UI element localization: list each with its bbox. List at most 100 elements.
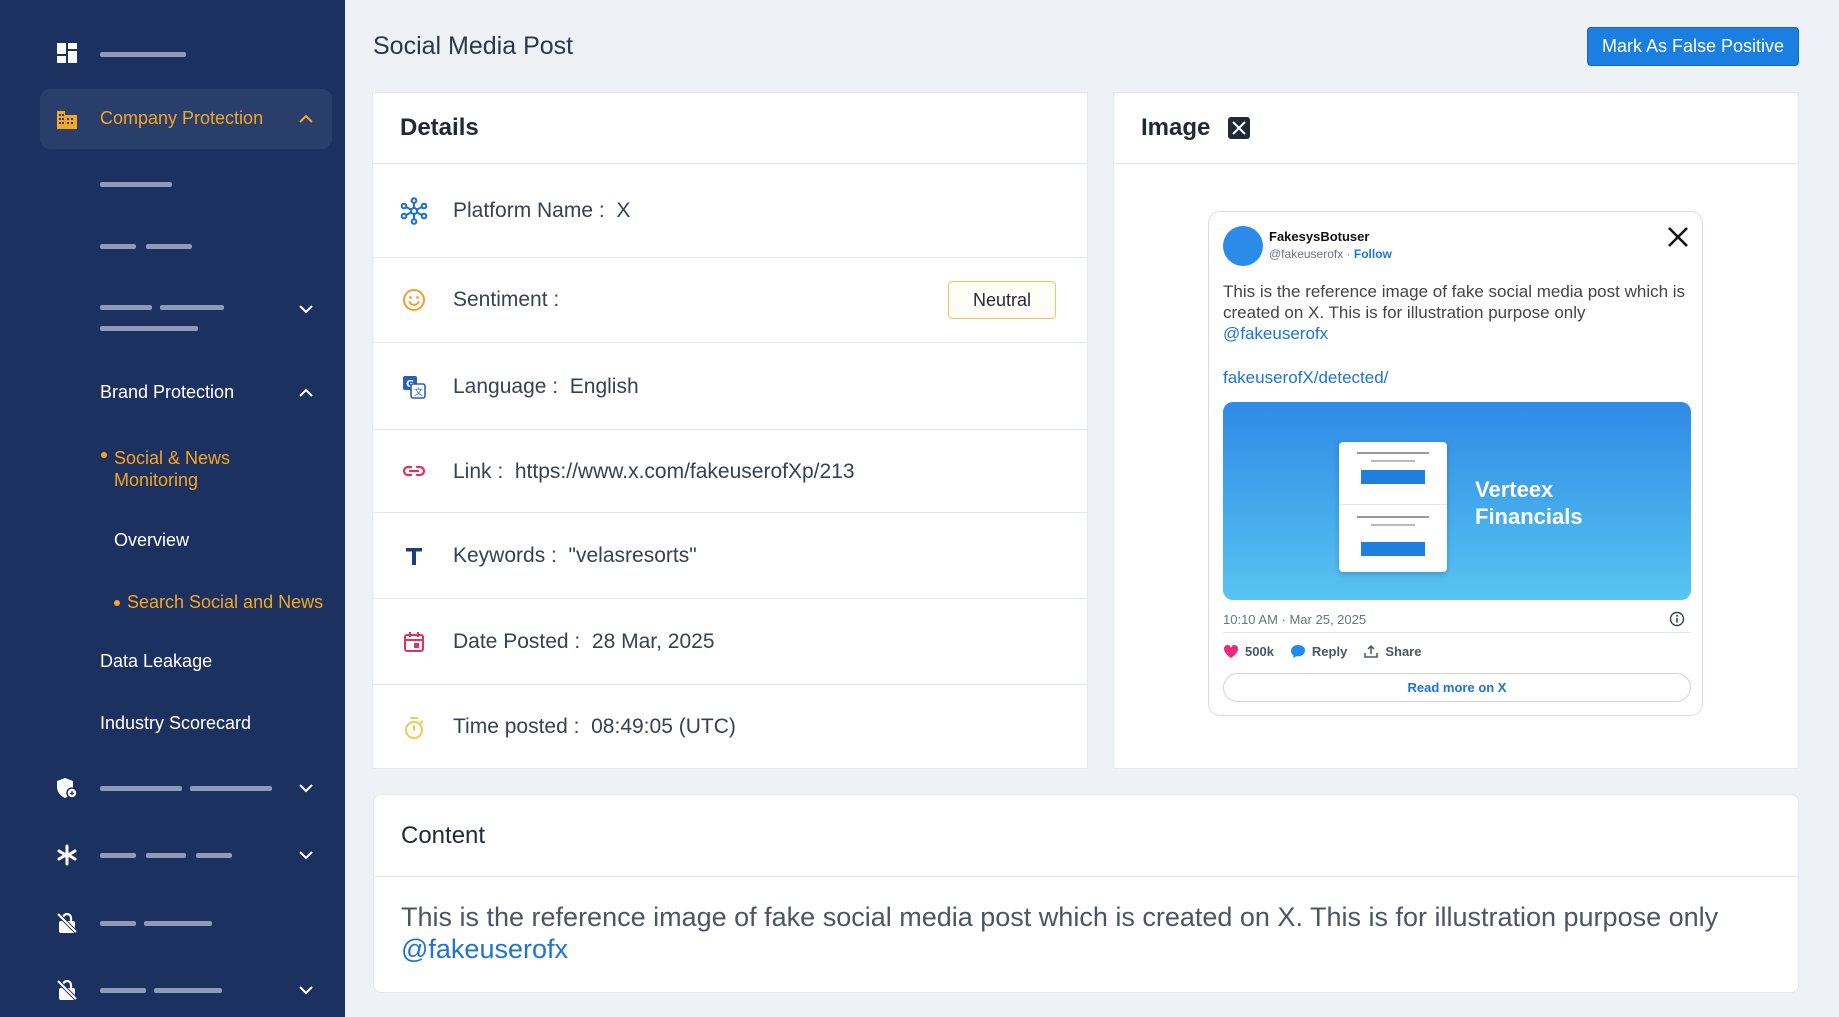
share-icon [1364,644,1379,658]
tweet-user-name[interactable]: FakesysBotuser [1269,229,1369,244]
bullet-dot [114,600,120,606]
mark-false-positive-button[interactable]: Mark As False Positive [1587,27,1799,66]
smiley-icon [399,285,429,315]
keywords-label: Keywords : "velasresorts" [453,544,697,568]
link-label: Link : https://www.x.com/fakeuserofXp/21… [453,460,855,484]
redacted-label[interactable] [160,305,224,310]
sidebar-item-data-leakage[interactable]: Data Leakage [100,651,212,672]
reply-icon [1290,644,1305,658]
redacted-label[interactable] [100,988,146,993]
like-button[interactable]: 500k [1223,644,1274,659]
platform-label-text: Platform Name : [453,199,605,222]
time-label-text: Time posted : [453,715,580,738]
detail-row-language: G文 Language : English [373,343,1087,430]
sidebar-item-brand-protection[interactable]: Brand Protection [100,382,234,403]
chevron-down-icon[interactable] [295,979,317,1001]
sentiment-label: Sentiment : [453,288,560,311]
tweet-mention[interactable]: @fakeuserofx [1223,324,1328,343]
tweet-embed[interactable]: FakesysBotuser @fakeuserofx · Follow Thi… [1208,211,1703,716]
redacted-label[interactable] [146,244,192,249]
redacted-label[interactable] [190,786,272,791]
redacted-label[interactable] [100,182,172,187]
brand-line-1: Verteex [1475,477,1554,502]
share-button[interactable]: Share [1363,644,1421,659]
tweet-media-image[interactable]: Verteex Financials [1223,402,1691,600]
redacted-label[interactable] [144,921,212,926]
date-label-text: Date Posted : [453,630,581,653]
svg-text:文: 文 [414,386,423,398]
tweet-text-body: This is the reference image of fake soci… [1223,282,1686,322]
content-text: This is the reference image of fake soci… [401,901,1781,965]
redacted-label[interactable] [100,786,182,791]
translate-icon: G文 [399,372,429,402]
sidebar-item-dashboard[interactable] [0,40,345,66]
time-value: 08:49:05 (UTC) [591,715,736,738]
tweet-handle-row: @fakeuserofx · Follow [1269,247,1392,261]
avatar[interactable] [1223,226,1263,266]
link-icon [399,456,429,486]
language-label: Language : English [453,375,639,399]
sidebar-item-overview[interactable]: Overview [114,530,189,551]
detail-row-sentiment: Sentiment : Neutral [373,258,1087,343]
sidebar-item-industry-scorecard[interactable]: Industry Scorecard [100,713,251,734]
link-value[interactable]: https://www.x.com/fakeuserofXp/213 [515,460,855,483]
details-title: Details [373,93,1087,164]
sidebar-label-company-protection: Company Protection [100,108,264,128]
platform-value: X [616,199,631,222]
content-mention[interactable]: @fakeuserofx [401,934,568,964]
brand-name: Verteex Financials [1475,476,1583,530]
like-count: 500k [1245,643,1274,659]
chevron-down-icon[interactable] [295,298,317,320]
sidebar-item-social-news-monitoring[interactable]: Social & News Monitoring [114,447,264,491]
lock-off-icon [54,977,80,1003]
building-icon [54,106,80,132]
date-value: 28 Mar, 2025 [591,630,715,653]
sidebar-item-search-social-news[interactable]: Search Social and News [127,592,323,613]
detail-row-time: Time posted : 08:49:05 (UTC) [373,685,1087,770]
x-logo-icon[interactable] [1667,226,1691,250]
tweet-text: This is the reference image of fake soci… [1223,281,1693,344]
language-label-text: Language : [453,375,559,398]
language-value: English [569,375,639,398]
platform-label: Platform Name : X [453,199,630,223]
redacted-label[interactable] [100,853,136,858]
detail-row-keywords: Keywords : "velasresorts" [373,513,1087,599]
redacted-label[interactable] [100,921,136,926]
lock-off-icon [54,910,80,936]
redacted-label[interactable] [100,326,198,331]
detail-row-platform: Platform Name : X [373,164,1087,258]
detail-row-date: Date Posted : 28 Mar, 2025 [373,599,1087,685]
image-title: Image [1114,93,1798,164]
calendar-icon [399,627,429,657]
read-more-button[interactable]: Read more on X [1223,673,1691,702]
info-icon[interactable] [1669,611,1685,627]
redacted-label [100,52,186,57]
tweet-timestamp[interactable]: 10:10 AM · Mar 25, 2025 [1223,612,1366,627]
tweet-link[interactable]: fakeuserofX/detected/ [1223,368,1388,388]
bullet-dot [101,452,107,458]
heart-icon [1223,644,1239,658]
x-logo-icon [1228,117,1251,139]
chevron-down-icon[interactable] [295,777,317,799]
chevron-up-icon[interactable] [295,108,317,130]
follow-link[interactable]: Follow [1354,247,1392,261]
redacted-label[interactable] [100,244,136,249]
redacted-label[interactable] [196,853,232,858]
network-icon [399,196,429,226]
chevron-up-icon[interactable] [295,382,317,404]
sidebar: Company Protection Brand Protection Soci… [0,0,345,1017]
image-title-text: Image [1141,114,1211,141]
redacted-label[interactable] [146,853,186,858]
chevron-down-icon[interactable] [295,844,317,866]
divider [1223,632,1691,633]
content-title: Content [374,795,1798,877]
redacted-label[interactable] [100,305,152,310]
redacted-label[interactable] [154,988,222,993]
reply-button[interactable]: Reply [1290,644,1347,659]
dashboard-icon [54,40,80,66]
keywords-value: "velasresorts" [568,544,697,567]
keywords-label-text: Keywords : [453,544,557,567]
tweet-actions: 500k Reply Share [1223,641,1437,661]
tweet-handle: @fakeuserofx [1269,247,1344,261]
document-illustration [1339,442,1447,572]
